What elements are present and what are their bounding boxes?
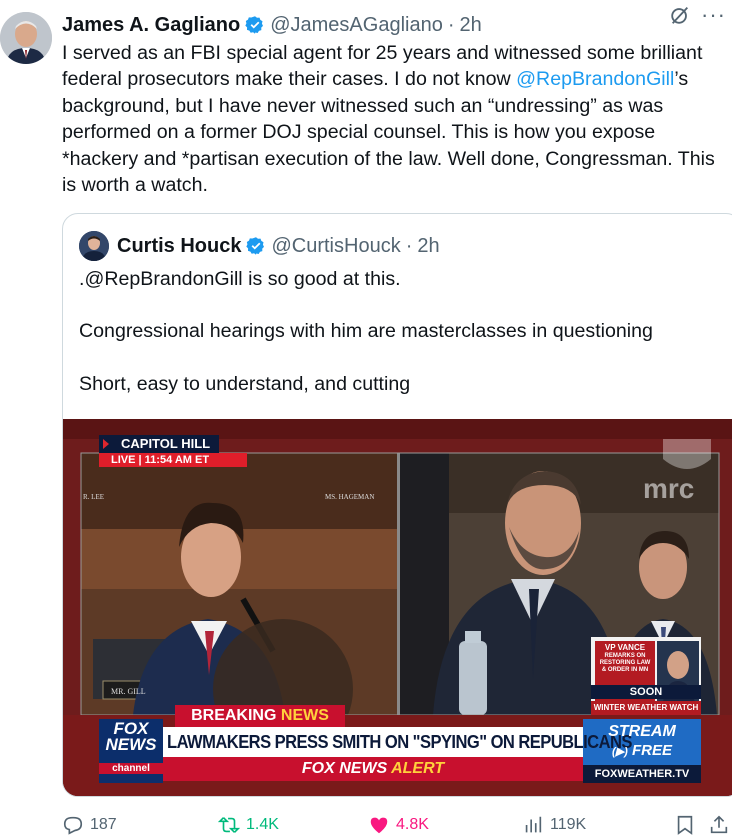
nameplate-top-left: R. LEE — [83, 493, 104, 501]
bookmark-icon — [677, 815, 693, 835]
quoted-author-handle[interactable]: @CurtisHouck — [271, 235, 400, 258]
quoted-line-1: .@RepBrandonGill is so good at this. — [79, 268, 401, 290]
fox-logo-line3: channel — [99, 763, 163, 774]
news-word: NEWS — [280, 707, 329, 724]
quoted-post[interactable]: Curtis Houck @CurtisHouck · 2h .@RepBran… — [62, 213, 732, 797]
alert-brand: FOX NEWS — [301, 760, 388, 777]
headline-text: LAWMAKERS PRESS SMITH ON "SPYING" ON REP… — [167, 732, 632, 752]
free-word: FREE — [631, 742, 672, 759]
live-bug: LIVE | 11:54 AM ET — [111, 454, 209, 466]
action-bar: 187 1.4K 4.8K 119K — [62, 812, 732, 839]
stream-label: STREAM — [608, 723, 676, 740]
like-button[interactable]: 4.8K — [368, 814, 429, 836]
post-header: James A. Gagliano @JamesAGagliano · 2h — [62, 12, 732, 38]
fox-news-logo: FOX NEWS channel — [99, 720, 163, 774]
quoted-line-2: Congressional hearings with him are mast… — [79, 320, 653, 343]
nameplate-left: MR. GILL — [111, 687, 146, 696]
bookmark-button[interactable] — [674, 814, 702, 836]
author-avatar[interactable] — [0, 12, 52, 64]
repost-icon — [218, 817, 240, 833]
like-count: 4.8K — [396, 816, 429, 833]
promo-subtitle: REMARKS ON RESTORING LAW & ORDER IN MN — [599, 653, 651, 673]
video-player[interactable]: CAPITOL HILL LIVE | 11:54 AM ET R. LEE M… — [63, 419, 732, 796]
live-time: 11:54 AM ET — [144, 454, 210, 466]
header-actions: ··· — [669, 4, 726, 26]
like-icon — [370, 817, 388, 834]
views-icon — [525, 816, 542, 833]
alert-word: ALERT — [391, 760, 445, 777]
author-avatar-image — [0, 12, 52, 64]
quoted-author-name[interactable]: Curtis Houck — [117, 235, 241, 258]
post-text: I served as an FBI special agent for 25 … — [62, 40, 730, 198]
quoted-line-3: Short, easy to understand, and cutting — [79, 372, 411, 395]
share-icon — [710, 815, 728, 834]
repost-button[interactable]: 1.4K — [218, 814, 279, 836]
reply-count: 187 — [90, 816, 117, 833]
breaking-news-banner: BREAKING NEWS — [175, 707, 345, 725]
separator: · — [447, 13, 455, 36]
promo-title: VP VANCE — [604, 643, 646, 652]
quoted-verified-badge-icon — [246, 237, 265, 255]
fox-logo-line2: NEWS — [105, 735, 157, 754]
mrc-watermark: mrc — [643, 473, 695, 504]
author-handle[interactable]: @JamesAGagliano — [270, 14, 443, 37]
live-label: LIVE — [111, 454, 136, 466]
nameplate-top-right: MS. HAGEMAN — [325, 493, 375, 501]
quoted-avatar-image — [79, 231, 109, 261]
quoted-separator: · — [405, 234, 413, 257]
post-time[interactable]: 2h — [460, 14, 482, 37]
play-icon: (▶) — [612, 746, 628, 758]
post-mention-link[interactable]: @RepBrandonGill — [516, 68, 674, 90]
weather-watch: WINTER WEATHER WATCH — [593, 703, 699, 712]
fox-news-alert: FOX NEWS ALERT — [163, 760, 583, 778]
views-count: 119K — [550, 816, 587, 833]
reply-button[interactable]: 187 — [62, 814, 117, 836]
author-name[interactable]: James A. Gagliano — [62, 14, 240, 37]
quoted-avatar[interactable] — [79, 231, 109, 261]
location-bug: CAPITOL HILL — [121, 436, 211, 451]
share-button[interactable] — [708, 814, 732, 836]
verified-badge-icon — [245, 16, 264, 34]
weather-site: FOXWEATHER.TV — [594, 768, 690, 780]
more-icon[interactable]: ··· — [701, 4, 726, 26]
quoted-text: .@RepBrandonGill is so good at this. Con… — [79, 266, 719, 397]
free-label: (▶) FREE — [583, 742, 701, 759]
quoted-time[interactable]: 2h — [417, 235, 439, 258]
grok-icon[interactable] — [669, 4, 691, 26]
promo-soon: SOON — [629, 686, 663, 698]
breaking-word: BREAKING — [191, 707, 277, 724]
views-button[interactable]: 119K — [522, 814, 586, 836]
quoted-header: Curtis Houck @CurtisHouck · 2h — [79, 230, 440, 262]
reply-icon — [63, 816, 83, 835]
repost-count: 1.4K — [246, 816, 279, 833]
